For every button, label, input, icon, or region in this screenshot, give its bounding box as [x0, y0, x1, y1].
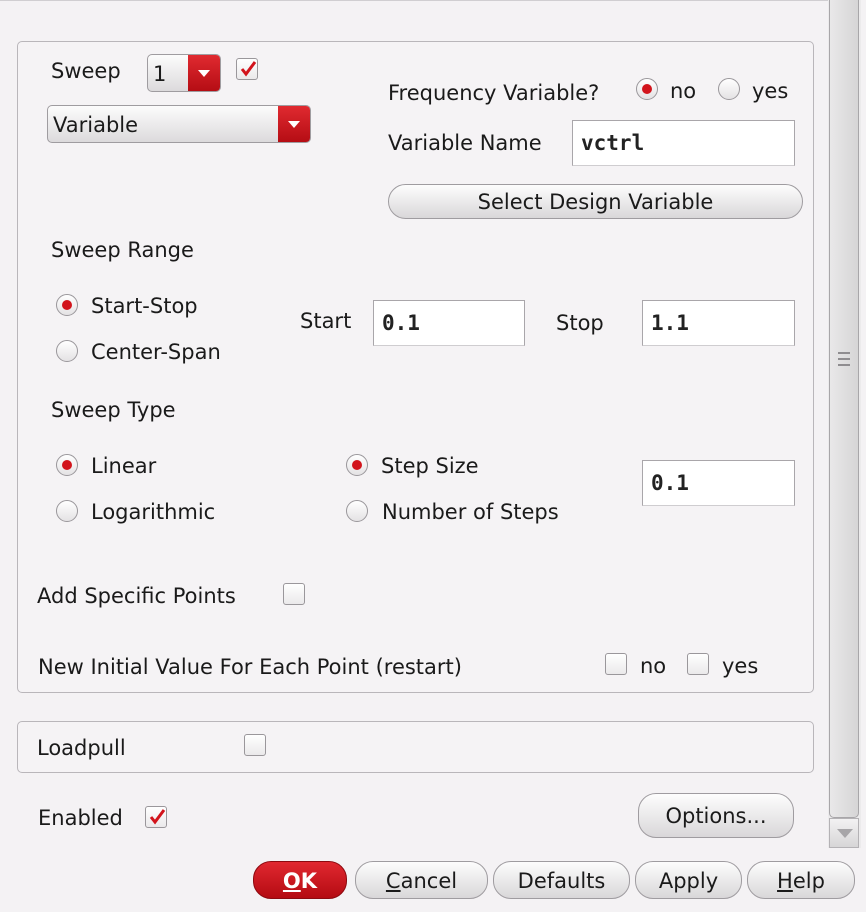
cancel-button[interactable]: Cancel	[355, 861, 488, 899]
frequency-variable-no-label: no	[670, 79, 697, 103]
checkmark-icon	[149, 809, 166, 825]
add-specific-points-checkbox[interactable]	[283, 583, 305, 605]
step-value-input[interactable]: 0.1	[642, 460, 795, 506]
add-specific-points-label: Add Specific Points	[37, 584, 236, 608]
sweep-by-value: Variable	[53, 113, 139, 137]
grip-icon	[838, 352, 850, 366]
enabled-label: Enabled	[38, 806, 123, 830]
variable-name-input[interactable]: vctrl	[572, 120, 795, 166]
frequency-variable-yes-label: yes	[752, 79, 789, 103]
number-of-steps-radio[interactable]	[346, 500, 368, 522]
sweep-type-title: Sweep Type	[51, 398, 176, 422]
restart-no-checkbox[interactable]	[605, 653, 627, 675]
ok-button-label: OK	[282, 869, 318, 893]
loadpull-group	[17, 721, 814, 773]
frequency-variable-yes-radio[interactable]	[718, 78, 740, 100]
sweep-label: Sweep	[51, 59, 121, 83]
options-button-label: Options...	[665, 804, 767, 828]
options-button[interactable]: Options...	[638, 793, 794, 838]
start-label: Start	[300, 309, 352, 333]
chevron-down-icon	[278, 106, 310, 142]
scroll-down-button[interactable]	[829, 818, 859, 848]
sweep-number-value: 1	[153, 62, 167, 86]
frequency-variable-no-radio[interactable]	[636, 78, 658, 100]
select-design-variable-button[interactable]: Select Design Variable	[388, 184, 803, 219]
number-of-steps-label: Number of Steps	[382, 500, 559, 524]
sweep-by-combo[interactable]: Variable	[47, 105, 311, 143]
variable-name-label: Variable Name	[388, 131, 542, 155]
step-size-label: Step Size	[381, 454, 479, 478]
restart-no-label: no	[640, 654, 667, 678]
defaults-button[interactable]: Defaults	[493, 861, 630, 899]
restart-label: New Initial Value For Each Point (restar…	[38, 655, 462, 679]
help-button-label: Help	[777, 869, 825, 893]
start-input[interactable]: 0.1	[373, 300, 525, 346]
sweep-number-combo[interactable]: 1	[147, 54, 221, 92]
center-span-radio[interactable]	[56, 340, 78, 362]
defaults-button-label: Defaults	[517, 869, 606, 893]
restart-yes-label: yes	[722, 654, 759, 678]
linear-label: Linear	[91, 454, 157, 478]
loadpull-checkbox[interactable]	[244, 734, 266, 756]
apply-button-label: Apply	[658, 869, 719, 893]
scrollbar-thumb[interactable]	[829, 0, 859, 818]
cancel-button-label: Cancel	[385, 869, 458, 893]
start-stop-label: Start-Stop	[91, 294, 198, 318]
chevron-down-icon	[188, 55, 220, 91]
stop-label: Stop	[556, 311, 604, 335]
sweep-range-title: Sweep Range	[51, 238, 194, 262]
enabled-checkbox[interactable]	[145, 806, 167, 828]
sweep-enable-checkbox[interactable]	[236, 58, 258, 80]
restart-yes-checkbox[interactable]	[687, 653, 709, 675]
logarithmic-label: Logarithmic	[91, 500, 216, 524]
apply-button[interactable]: Apply	[635, 861, 742, 899]
checkmark-icon	[240, 61, 257, 77]
start-stop-radio[interactable]	[56, 294, 78, 316]
help-button[interactable]: Help	[747, 861, 855, 899]
linear-radio[interactable]	[56, 454, 78, 476]
ok-button[interactable]: OK	[253, 861, 347, 899]
frequency-variable-label: Frequency Variable?	[388, 81, 600, 105]
center-span-label: Center-Span	[91, 340, 221, 364]
loadpull-label: Loadpull	[37, 736, 126, 760]
select-design-variable-label: Select Design Variable	[477, 190, 714, 214]
logarithmic-radio[interactable]	[56, 500, 78, 522]
step-size-radio[interactable]	[346, 454, 368, 476]
stop-input[interactable]: 1.1	[642, 300, 795, 346]
top-divider	[0, 0, 828, 1]
